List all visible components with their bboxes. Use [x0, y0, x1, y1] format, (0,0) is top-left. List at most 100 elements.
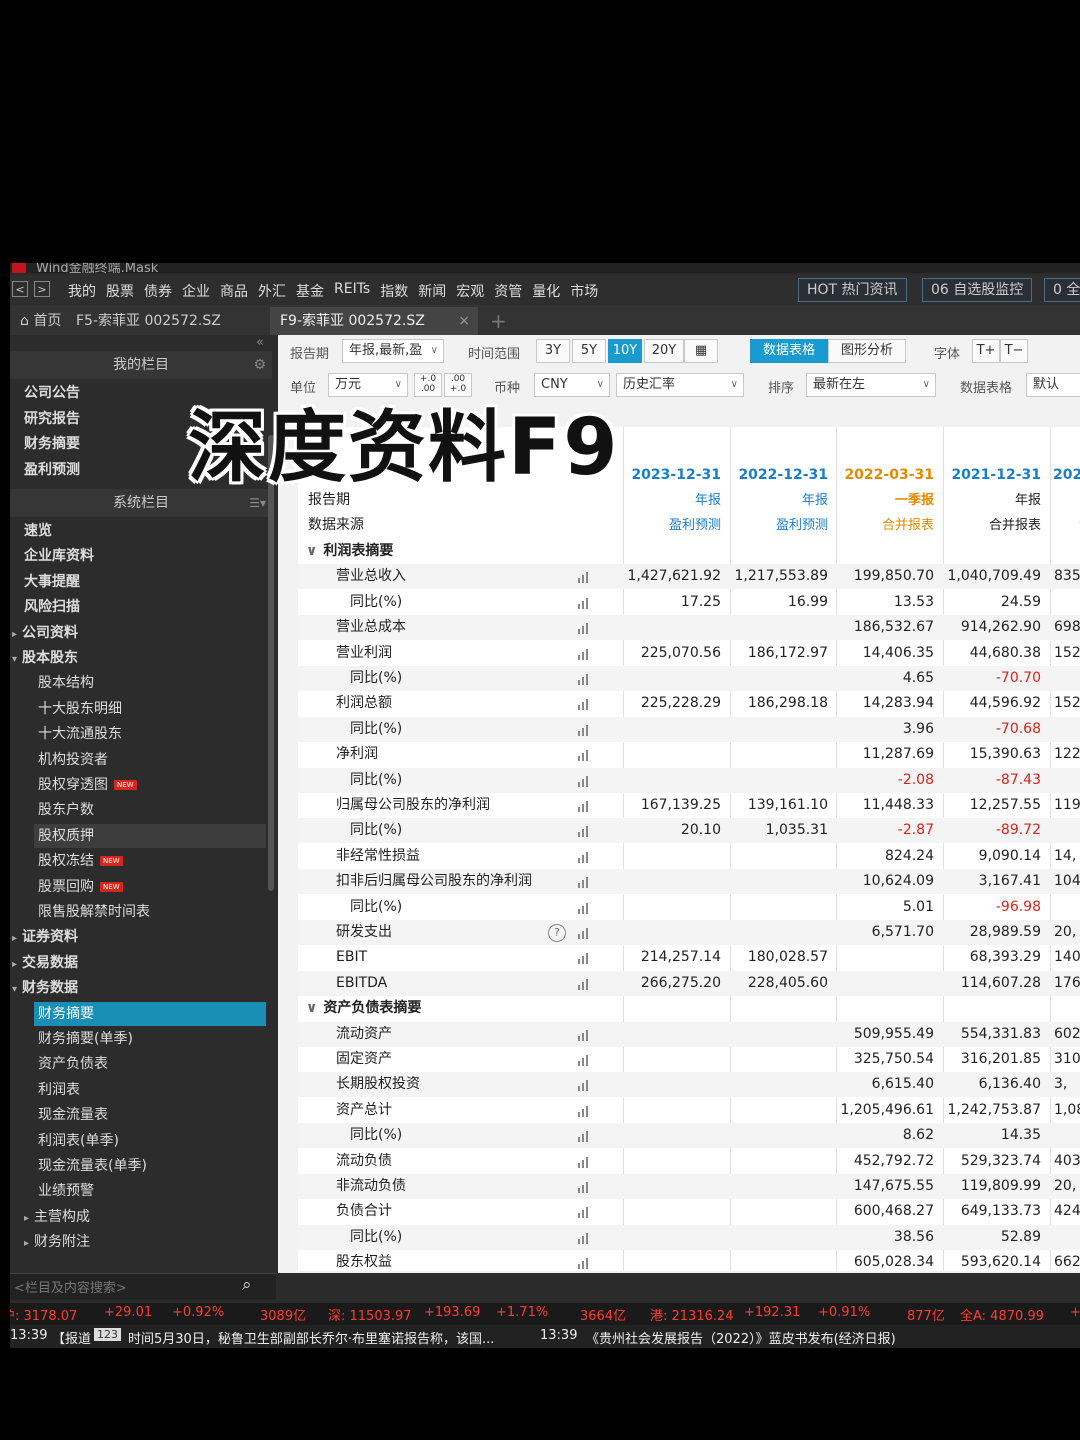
calendar-icon[interactable]: ▦	[684, 339, 718, 363]
column-date-header[interactable]: 2022-12-31	[730, 463, 836, 488]
tab-home[interactable]: ⌂ 首页	[10, 307, 66, 335]
menu-item[interactable]: 指数	[380, 281, 416, 301]
tab-f9[interactable]: F9-索菲亚 002572.SZ ×	[270, 307, 478, 335]
range-10y-button[interactable]: 10Y	[608, 339, 642, 363]
bar-chart-icon[interactable]	[578, 597, 592, 609]
back-icon[interactable]: <	[12, 281, 28, 297]
unit-select[interactable]: 万元 ∨	[328, 373, 408, 397]
report-period-select[interactable]: 年报,最新,盈 ∨	[342, 339, 444, 363]
stock-monitor-button[interactable]: 06 自选股监控	[922, 278, 1033, 302]
sort-select[interactable]: 最新在左 ∨	[806, 373, 936, 397]
sidebar-item[interactable]: 十大股东明细	[34, 697, 276, 721]
font-decrease-button[interactable]: T−	[1000, 339, 1028, 363]
bar-chart-icon[interactable]	[578, 825, 592, 838]
sidebar-item[interactable]: ▸ 财务附注	[24, 1230, 266, 1254]
bar-chart-icon[interactable]	[578, 698, 592, 711]
hot-news-button[interactable]: HOT 热门资讯	[798, 278, 907, 302]
help-icon[interactable]: ?	[548, 924, 566, 942]
news-headline-2[interactable]: 《贵州社会发展报告（2022）》蓝皮书发布(经济日报)	[586, 1328, 896, 1347]
bar-chart-icon[interactable]	[578, 749, 592, 762]
bar-chart-icon[interactable]	[578, 622, 592, 635]
sidebar-item[interactable]: ▸ 主营构成	[24, 1205, 266, 1229]
menu-item[interactable]: 商品	[220, 281, 256, 301]
bar-chart-icon[interactable]	[578, 1156, 592, 1168]
decimal-add-button[interactable]: +.0 .00	[414, 373, 442, 397]
bar-chart-icon[interactable]	[578, 1054, 592, 1066]
bar-chart-icon[interactable]	[578, 571, 592, 584]
bar-chart-icon[interactable]	[578, 1181, 592, 1193]
sidebar-my-item[interactable]: 公司公告	[24, 381, 80, 405]
sidebar-item[interactable]: 股东户数	[34, 798, 276, 822]
column-date-header[interactable]: 2022-03-31	[836, 463, 942, 488]
menu-item[interactable]: 新闻	[418, 281, 454, 301]
menu-item[interactable]: 宏观	[456, 281, 492, 301]
sidebar-my-item[interactable]: 财务摘要	[24, 432, 80, 456]
section-header[interactable]: ∨ 利润表摘要	[306, 539, 393, 564]
fx-rate-select[interactable]: 历史汇率 ∨	[616, 373, 744, 397]
sidebar-item[interactable]: 股票回购 NEW	[34, 875, 276, 899]
bar-chart-icon[interactable]	[578, 876, 592, 889]
sidebar-item[interactable]: ▸ 证券资料	[12, 925, 78, 949]
sidebar-item[interactable]: 资产负债表	[34, 1052, 276, 1076]
caret-right-icon[interactable]: ▸	[24, 1232, 34, 1256]
sidebar-item[interactable]: 现金流量表(单季)	[34, 1154, 276, 1178]
sidebar-item[interactable]: 股本结构	[34, 671, 276, 695]
font-increase-button[interactable]: T+	[972, 339, 1000, 363]
view-table-button[interactable]: 数据表格	[750, 339, 828, 363]
sidebar-item[interactable]: 企业库资料	[12, 544, 94, 568]
bar-chart-icon[interactable]	[578, 1029, 592, 1041]
extra-button[interactable]: 0 全	[1044, 278, 1080, 302]
chevron-down-icon[interactable]: ∨	[306, 543, 317, 559]
bar-chart-icon[interactable]	[578, 1079, 592, 1092]
menu-item[interactable]: 市场	[570, 281, 606, 301]
view-chart-button[interactable]: 图形分析	[828, 339, 906, 363]
bar-chart-icon[interactable]	[578, 952, 592, 965]
bar-chart-icon[interactable]	[578, 902, 592, 914]
bar-chart-icon[interactable]	[578, 724, 592, 736]
menu-item[interactable]: REITs	[334, 281, 378, 301]
sidebar-my-item[interactable]: 盈利预测	[24, 458, 80, 482]
settings-gear-icon[interactable]: ⚙	[253, 351, 266, 379]
bar-chart-icon[interactable]	[578, 927, 592, 939]
caret-right-icon[interactable]: ▸	[12, 623, 22, 647]
bar-chart-icon[interactable]	[578, 775, 592, 787]
sidebar-item[interactable]: ▾ 股本股东	[12, 646, 78, 670]
add-tab-icon[interactable]: +	[480, 307, 510, 335]
sidebar-item[interactable]: ▸ 公司资料	[12, 621, 78, 645]
sidebar-item[interactable]: 股权穿透图 NEW	[34, 773, 276, 797]
currency-select[interactable]: CNY ∨	[534, 373, 610, 397]
news-text-prefix[interactable]: 【报道	[52, 1328, 91, 1347]
sidebar-item[interactable]: 十大流通股东	[34, 722, 276, 746]
menu-item[interactable]: 股票	[106, 281, 142, 301]
sidebar-item[interactable]: 利润表	[34, 1078, 276, 1102]
caret-right-icon[interactable]: ▸	[12, 927, 22, 951]
forward-icon[interactable]: >	[34, 281, 50, 297]
section-header[interactable]: ∨ 资产负债表摘要	[306, 996, 421, 1021]
sidebar-item[interactable]: 速览	[12, 519, 52, 543]
menu-item[interactable]: 量化	[532, 281, 568, 301]
bar-chart-icon[interactable]	[578, 978, 592, 990]
bar-chart-icon[interactable]	[578, 1232, 592, 1244]
news-headline-1[interactable]: 时间5月30日，秘鲁卫生部副部长乔尔·布里塞诺报告称，该国...	[128, 1328, 494, 1347]
caret-right-icon[interactable]: ▸	[12, 953, 22, 977]
menu-item[interactable]: 我的	[68, 281, 104, 301]
bar-chart-icon[interactable]	[578, 851, 592, 863]
menu-item[interactable]: 债券	[144, 281, 180, 301]
sidebar-item[interactable]: 财务摘要	[34, 1001, 266, 1026]
caret-down-icon[interactable]: ▾	[12, 648, 22, 672]
column-search-input[interactable]	[12, 1277, 241, 1299]
column-date-header[interactable]: 2023-12-31	[623, 463, 729, 488]
sidebar-item[interactable]: 限售股解禁时间表	[34, 900, 276, 924]
sidebar-scrollbar[interactable]	[268, 435, 274, 891]
caret-right-icon[interactable]: ▸	[24, 1207, 34, 1231]
sidebar-my-item[interactable]: 研究报告	[24, 407, 80, 431]
sidebar-item[interactable]: 股权质押	[34, 823, 266, 848]
bar-chart-icon[interactable]	[578, 800, 592, 812]
sidebar-item[interactable]: 风险扫描	[12, 595, 80, 619]
bar-chart-icon[interactable]	[578, 1206, 592, 1219]
sidebar-item[interactable]: 财务摘要(单季)	[34, 1027, 276, 1051]
menu-item[interactable]: 外汇	[258, 281, 294, 301]
sidebar-item[interactable]: ▸ 交易数据	[12, 951, 78, 975]
bar-chart-icon[interactable]	[578, 1130, 592, 1143]
column-date-header[interactable]: 2020	[1050, 463, 1080, 488]
